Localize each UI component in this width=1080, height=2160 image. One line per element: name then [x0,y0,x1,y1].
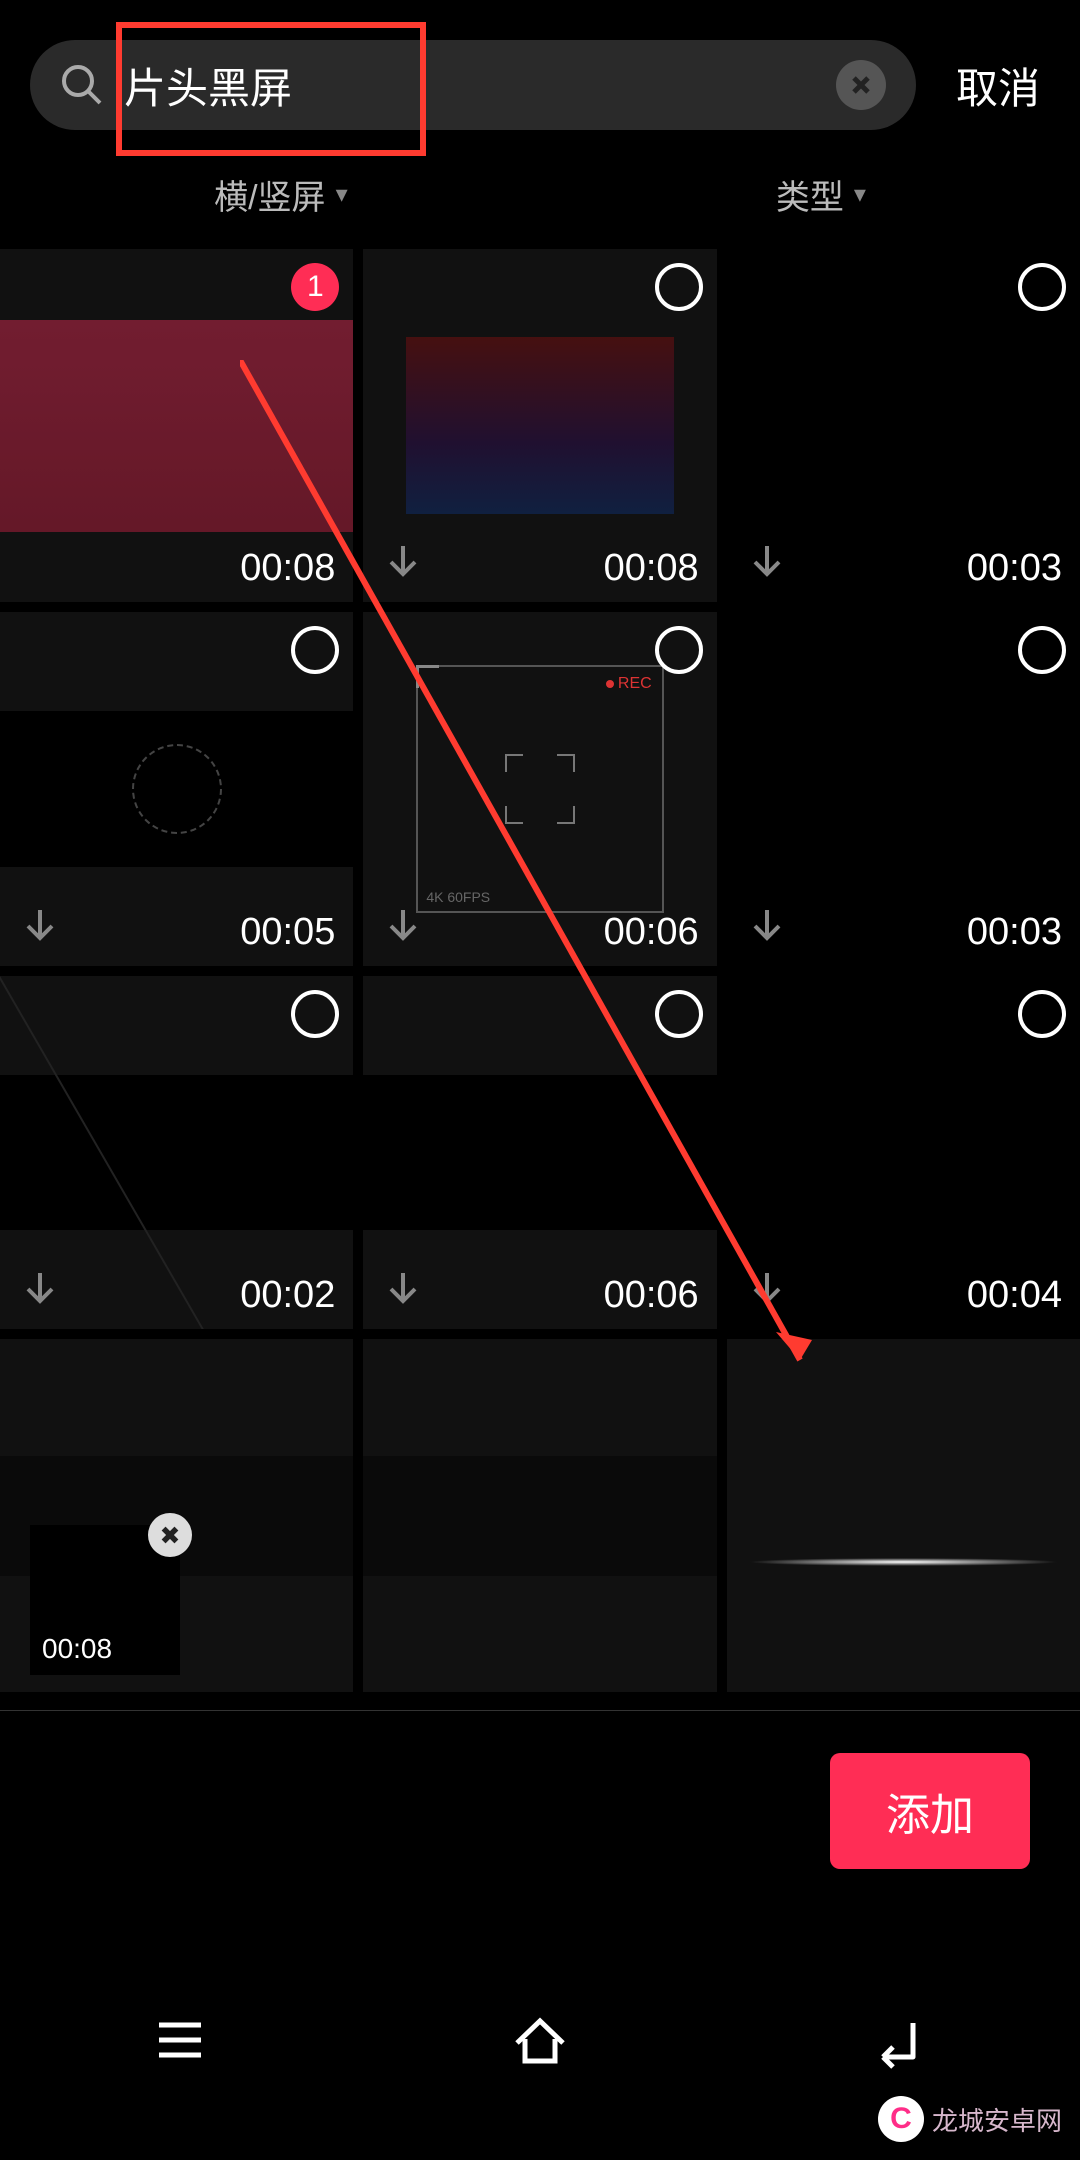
top-bar: 取消 [0,0,1080,160]
watermark-text: 龙城安卓网 [932,2101,1062,2138]
tray-remove-button[interactable] [148,1513,192,1557]
watermark: C 龙城安卓网 [878,2096,1062,2142]
chevron-down-icon: ▾ [336,180,348,209]
search-icon [60,63,104,107]
search-field[interactable] [30,40,916,130]
cancel-button[interactable]: 取消 [946,55,1050,116]
search-input[interactable] [124,61,816,109]
grid-cell[interactable]: 00:05 [0,612,353,965]
clear-search-button[interactable] [836,60,886,110]
tray-item-duration: 00:08 [42,1633,112,1665]
grid-cell[interactable]: 1 00:08 [0,249,353,602]
selected-tray: 00:08 [0,1500,1080,1700]
download-icon [18,904,62,948]
selection-ring[interactable] [655,263,703,311]
grid-cell[interactable]: REC4K 60FPS00:06 [363,612,716,965]
clip-duration: 00:08 [240,547,335,590]
clip-duration: 00:04 [967,1274,1062,1317]
selection-badge[interactable]: 1 [291,263,339,311]
selection-ring[interactable] [1018,990,1066,1038]
download-icon [381,540,425,584]
clip-duration: 00:03 [967,547,1062,590]
grid-cell[interactable]: 00:06 [363,976,716,1329]
filter-orientation-label: 横/竖屏 [214,170,325,219]
download-icon [18,1267,62,1311]
selection-ring[interactable] [655,990,703,1038]
footer: 添加 [0,1710,1080,1910]
system-nav-bar [0,1980,1080,2100]
watermark-logo: C [878,2096,924,2142]
filter-orientation[interactable]: 横/竖屏 ▾ [214,170,348,219]
filter-type-label: 类型 [776,170,844,219]
filter-type[interactable]: 类型 ▾ [776,170,866,219]
download-icon [745,1267,789,1311]
grid-cell[interactable]: 00:08 [363,249,716,602]
download-icon [381,904,425,948]
selection-ring[interactable] [291,990,339,1038]
add-button[interactable]: 添加 [830,1753,1030,1869]
selection-ring[interactable] [1018,263,1066,311]
chevron-down-icon: ▾ [854,180,866,209]
clip-duration: 00:06 [604,1274,699,1317]
nav-back-button[interactable] [865,2005,935,2075]
clip-duration: 00:08 [604,547,699,590]
download-icon [745,904,789,948]
results-grid: 100:0800:0800:0300:05REC4K 60FPS00:0600:… [0,249,1080,1692]
download-icon [745,540,789,584]
clip-duration: 00:06 [604,911,699,954]
nav-recent-button[interactable] [145,2005,215,2075]
download-icon [381,1267,425,1311]
tray-item[interactable]: 00:08 [30,1525,180,1675]
selection-ring[interactable] [655,626,703,674]
grid-cell[interactable]: 00:03 [727,612,1080,965]
selection-ring[interactable] [1018,626,1066,674]
clip-duration: 00:05 [240,911,335,954]
clip-duration: 00:02 [240,1274,335,1317]
nav-home-button[interactable] [505,2005,575,2075]
grid-cell[interactable]: 00:02 [0,976,353,1329]
grid-cell[interactable]: 00:03 [727,249,1080,602]
filter-row: 横/竖屏 ▾ 类型 ▾ [0,160,1080,249]
clip-duration: 00:03 [967,911,1062,954]
grid-cell[interactable]: 00:04 [727,976,1080,1329]
